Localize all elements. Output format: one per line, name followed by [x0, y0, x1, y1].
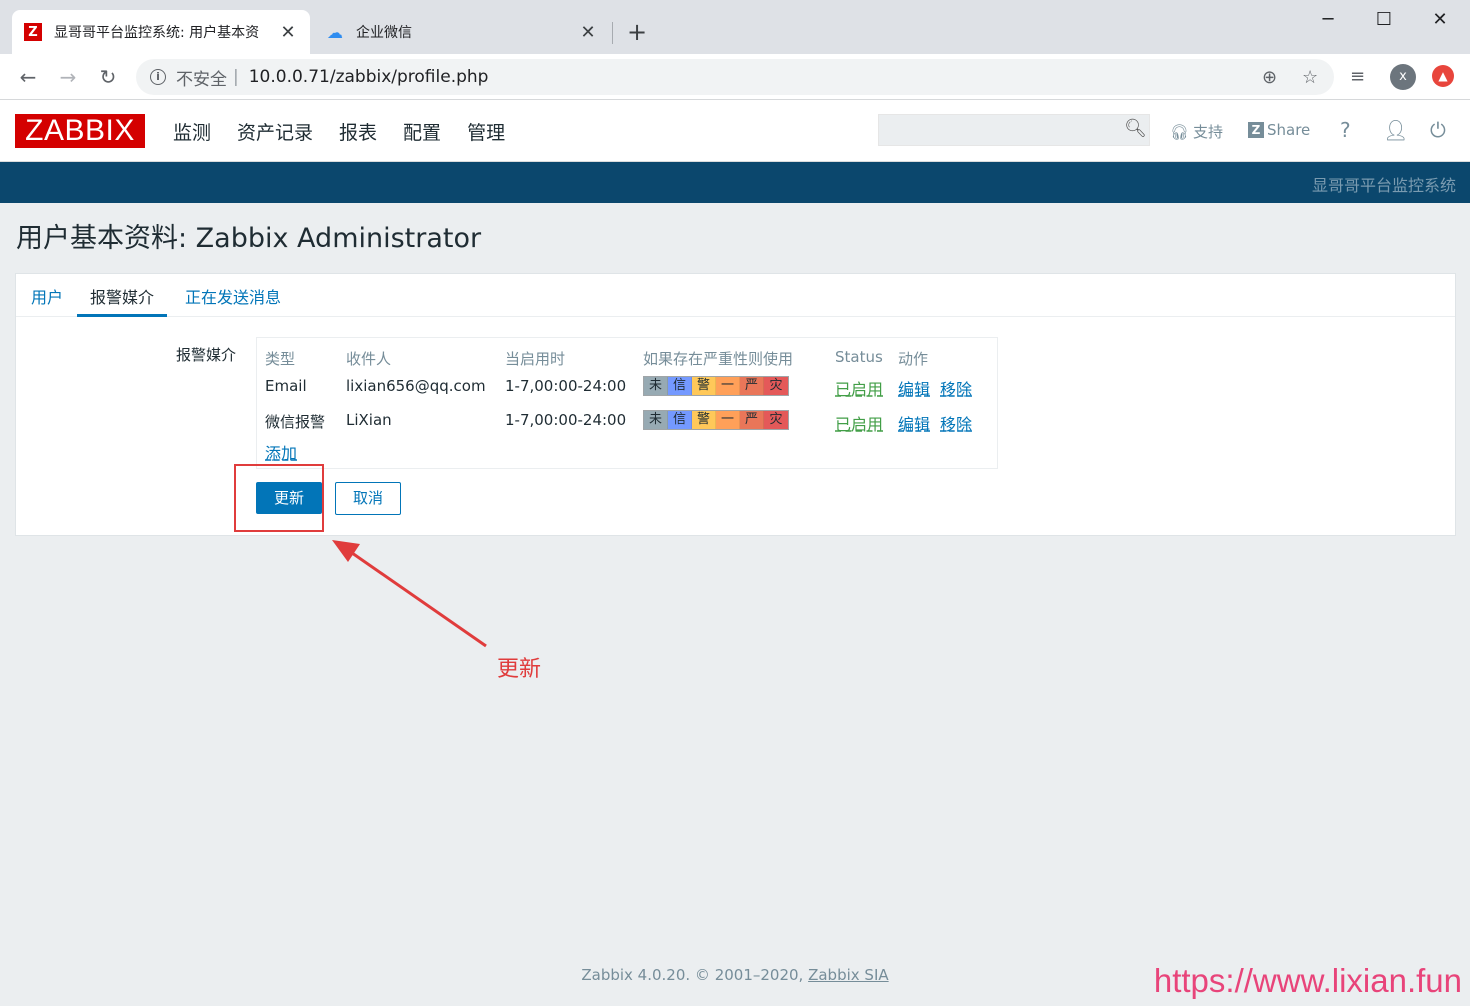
- media-status-toggle[interactable]: 已启用: [835, 376, 883, 400]
- share-label: Share: [1267, 121, 1311, 139]
- severity-average: 一: [716, 411, 740, 429]
- footer-copyright: Zabbix 4.0.20. © 2001–2020,: [581, 966, 804, 984]
- main-menu: 监测 资产记录 报表 配置 管理: [160, 118, 518, 145]
- severity-high: 严: [740, 411, 764, 429]
- media-when-active: 1-7,00:00-24:00: [505, 411, 627, 429]
- zabbix-favicon-icon: Z: [24, 23, 42, 41]
- browser-tab-wechat[interactable]: ☁ 企业微信 ✕: [314, 10, 610, 54]
- add-media-link[interactable]: 添加: [265, 440, 297, 464]
- media-table: 类型 收件人 当启用时 如果存在严重性则使用 Status 动作 Email l…: [256, 337, 998, 469]
- wechat-work-favicon-icon: ☁: [327, 22, 343, 42]
- profile-form: 用户 报警媒介 正在发送消息 报警媒介 类型 收件人 当启用时 如果存在严重性则…: [15, 273, 1456, 536]
- server-name-banner: 显哥哥平台监控系统: [0, 162, 1470, 203]
- browser-tab-zabbix[interactable]: Z 显哥哥平台监控系统: 用户基本资 ✕: [12, 10, 310, 54]
- severity-disaster: 灾: [764, 377, 788, 395]
- menu-item-inventory[interactable]: 资产记录: [224, 118, 326, 145]
- bookmark-star-icon[interactable]: ☆: [1302, 67, 1318, 88]
- media-when-active: 1-7,00:00-24:00: [505, 377, 627, 395]
- footer-vendor-link[interactable]: Zabbix SIA: [808, 966, 889, 984]
- cancel-button[interactable]: 取消: [335, 482, 401, 515]
- browser-toolbar: ← → ↻ i 不安全 | 10.0.0.71/zabbix/profile.p…: [0, 54, 1470, 100]
- server-name: 显哥哥平台监控系统: [1311, 176, 1456, 195]
- column-header-status: Status: [835, 348, 883, 366]
- severity-not-classified: 未: [644, 377, 668, 395]
- new-tab-icon[interactable]: +: [624, 18, 650, 46]
- tab-media[interactable]: 报警媒介: [77, 284, 168, 317]
- severity-not-classified: 未: [644, 411, 668, 429]
- menu-item-reports[interactable]: 报表: [326, 118, 390, 145]
- url-text[interactable]: 10.0.0.71/zabbix/profile.php: [249, 67, 489, 87]
- sign-out-icon[interactable]: ⏻: [1430, 118, 1446, 142]
- severity-warning: 警: [692, 377, 716, 395]
- search-input[interactable]: [878, 114, 1150, 146]
- edit-media-link[interactable]: 编辑: [898, 376, 930, 400]
- browser-tab-title: 显哥哥平台监控系统: 用户基本资: [54, 25, 260, 41]
- media-recipient: lixian656@qq.com: [346, 377, 486, 395]
- menu-item-monitoring[interactable]: 监测: [160, 118, 224, 145]
- minimize-icon[interactable]: ─: [1308, 6, 1348, 34]
- remove-media-link[interactable]: 移除: [940, 411, 972, 435]
- media-status-toggle[interactable]: 已启用: [835, 411, 883, 435]
- tab-messaging[interactable]: 正在发送消息: [172, 284, 294, 317]
- share-z-icon: Z: [1248, 122, 1264, 138]
- back-arrow-icon[interactable]: ←: [14, 63, 42, 91]
- close-tab-icon[interactable]: ✕: [578, 22, 598, 43]
- column-header-action: 动作: [898, 350, 929, 368]
- close-window-icon[interactable]: ✕: [1420, 6, 1460, 34]
- page-title: 用户基本资料: Zabbix Administrator: [16, 223, 482, 254]
- menu-item-administration[interactable]: 管理: [454, 118, 518, 145]
- media-field-label: 报警媒介: [176, 346, 237, 364]
- help-icon[interactable]: ?: [1340, 118, 1351, 142]
- watermark: https://www.lixian.fun: [1153, 962, 1462, 999]
- url-separator: |: [233, 67, 239, 87]
- browser-tab-strip: Z 显哥哥平台监控系统: 用户基本资 ✕ ☁ 企业微信 ✕ + ─ ☐ ✕: [0, 0, 1470, 54]
- tab-user[interactable]: 用户: [18, 284, 76, 317]
- column-header-type: 类型: [265, 350, 296, 368]
- severity-information: 信: [668, 411, 692, 429]
- close-tab-icon[interactable]: ✕: [278, 22, 298, 43]
- media-recipient: LiXian: [346, 411, 392, 429]
- forward-arrow-icon[interactable]: →: [54, 63, 82, 91]
- tab-separator: [612, 22, 613, 44]
- zabbix-header: ZABBIX 监测 资产记录 报表 配置 管理 🔍︎ 🎧︎ 支持 Z Share…: [0, 100, 1470, 162]
- zabbix-logo[interactable]: ZABBIX: [15, 114, 145, 148]
- menu-item-configuration[interactable]: 配置: [390, 118, 454, 145]
- reload-icon[interactable]: ↻: [94, 63, 122, 91]
- severity-disaster: 灾: [764, 411, 788, 429]
- support-link[interactable]: 🎧︎ 支持: [1170, 121, 1223, 142]
- extension-icon[interactable]: ▲: [1432, 65, 1454, 87]
- maximize-icon[interactable]: ☐: [1364, 6, 1404, 34]
- browser-tab-title: 企业微信: [356, 25, 412, 41]
- column-header-recipient: 收件人: [346, 350, 392, 368]
- media-type: 微信报警: [265, 413, 326, 431]
- profile-avatar[interactable]: x: [1390, 64, 1416, 90]
- severity-information: 信: [668, 377, 692, 395]
- address-bar[interactable]: i 不安全 | 10.0.0.71/zabbix/profile.php: [136, 59, 1334, 95]
- info-icon[interactable]: i: [150, 69, 166, 85]
- security-label: 不安全: [176, 69, 227, 90]
- user-profile-icon[interactable]: 👤︎: [1383, 118, 1408, 142]
- media-type: Email: [265, 377, 307, 395]
- search-icon[interactable]: 🔍︎: [1124, 118, 1147, 139]
- profile-tabs: 用户 报警媒介 正在发送消息: [16, 274, 1455, 317]
- support-label: 支持: [1193, 123, 1224, 141]
- annotation-label: 更新: [497, 657, 542, 682]
- severity-bar: 未 信 警 一 严 灾: [643, 376, 789, 396]
- zoom-icon[interactable]: ⊕: [1262, 67, 1277, 88]
- annotation-highlight-box: [234, 464, 324, 532]
- reading-list-icon[interactable]: ≡: [1350, 66, 1365, 87]
- severity-warning: 警: [692, 411, 716, 429]
- edit-media-link[interactable]: 编辑: [898, 411, 930, 435]
- column-header-severity: 如果存在严重性则使用: [643, 350, 794, 368]
- severity-high: 严: [740, 377, 764, 395]
- column-header-when-active: 当启用时: [505, 350, 566, 368]
- severity-bar: 未 信 警 一 严 灾: [643, 410, 789, 430]
- annotation-arrow: [332, 540, 487, 648]
- headset-icon: 🎧︎: [1170, 122, 1190, 141]
- share-link[interactable]: Z Share: [1248, 121, 1310, 139]
- remove-media-link[interactable]: 移除: [940, 376, 972, 400]
- severity-average: 一: [716, 377, 740, 395]
